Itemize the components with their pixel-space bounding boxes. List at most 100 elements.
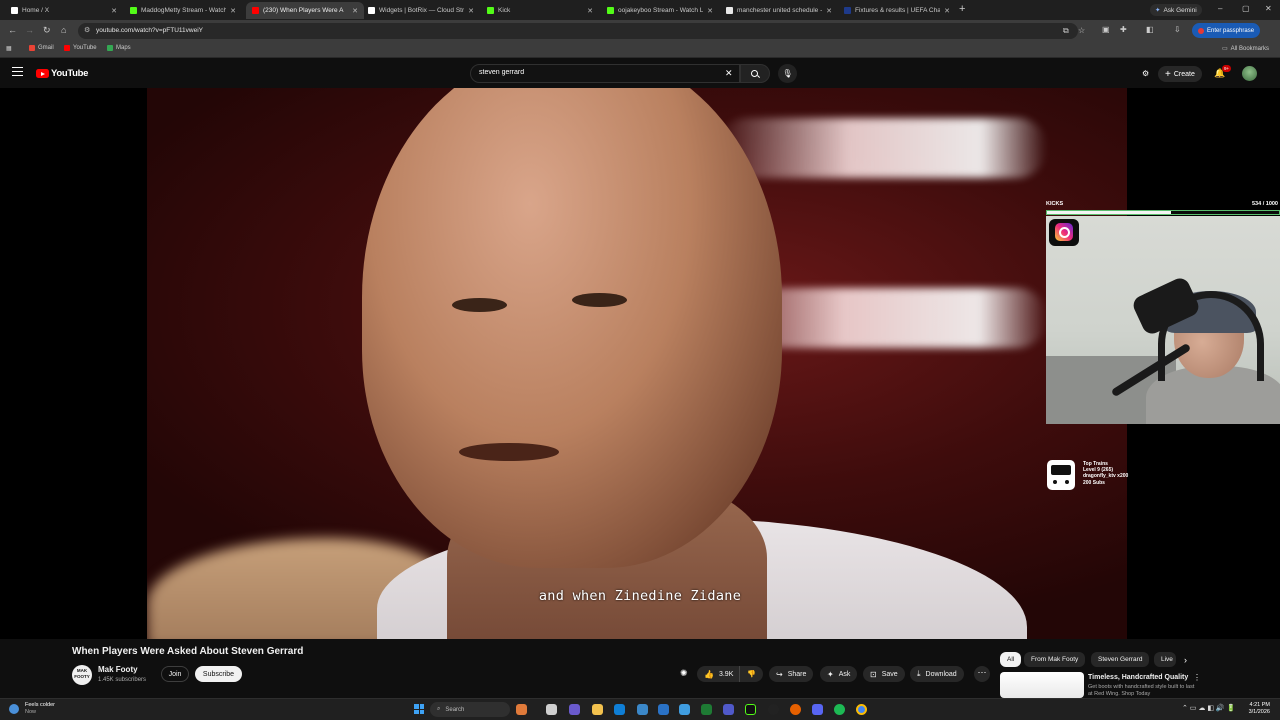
join-button[interactable]: Join (161, 666, 189, 682)
mail-icon[interactable] (658, 704, 669, 715)
teams-icon[interactable] (723, 704, 734, 715)
new-tab-button[interactable]: + (959, 3, 965, 15)
channel-name[interactable]: Mak Footy (98, 665, 138, 674)
close-window-icon[interactable]: ✕ (1265, 4, 1272, 13)
xbox-icon[interactable] (701, 704, 712, 715)
minimize-icon[interactable]: – (1218, 4, 1222, 13)
all-bookmarks[interactable]: ▭ All Bookmarks (1222, 45, 1269, 53)
tab-close-icon[interactable]: ✕ (111, 7, 117, 15)
search-input[interactable] (479, 69, 719, 76)
back-icon[interactable]: ← (8, 25, 17, 35)
browser-tab[interactable]: oojakeyboo Stream - Watch Li ✕ (601, 2, 719, 19)
notification-count-badge: 9+ (1222, 65, 1232, 72)
ad-more-icon[interactable]: ⋮ (1193, 673, 1201, 682)
more-actions-icon[interactable]: ⋯ (974, 666, 990, 682)
taskbar-clock[interactable]: 4:21 PM 3/1/2026 (1240, 702, 1270, 716)
edge-icon[interactable] (614, 704, 625, 715)
tab-favicon-icon (130, 7, 137, 14)
bookmark-maps[interactable]: Maps (107, 45, 131, 51)
firefox-icon[interactable] (790, 704, 801, 715)
copilot-icon[interactable] (569, 704, 580, 715)
home-icon[interactable]: ⌂ (61, 25, 66, 35)
video-frame (147, 88, 1127, 639)
cast-icon[interactable]: ⚙ (1142, 69, 1149, 78)
photos-icon[interactable] (679, 704, 690, 715)
weather-widget[interactable]: Feels colder Now (25, 702, 55, 716)
kicks-progress-fill (1047, 211, 1171, 214)
enter-passphrase-button[interactable]: Enter passphrase (1192, 23, 1261, 38)
browser-tab[interactable]: Fixtures & results | UEFA Champ✕ (838, 2, 956, 19)
search-box[interactable] (470, 64, 740, 83)
browser-tab[interactable]: manchester united schedule - G ✕ (720, 2, 838, 19)
channel-avatar[interactable]: MAK FOOTY (72, 665, 92, 685)
save-button[interactable]: ⊡ Save (863, 666, 905, 682)
browser-tab[interactable]: Kick ✕ (481, 2, 599, 19)
subscribe-button[interactable]: Subscribe (195, 666, 242, 682)
chrome-icon[interactable] (856, 704, 867, 715)
browser-tab[interactable]: MaddogMetty Stream - Watch ✕ (124, 2, 242, 19)
clear-search-icon[interactable]: ✕ (725, 68, 733, 79)
obs-icon[interactable] (768, 704, 779, 715)
bookmark-youtube[interactable]: YouTube (64, 45, 97, 51)
file-explorer-icon[interactable] (592, 704, 603, 715)
widgets-app-icon[interactable] (516, 704, 527, 715)
system-tray[interactable]: ⌃ ▭ ☁ ◧ 🔊 🔋 (1182, 704, 1235, 712)
browser-tab[interactable]: (230) When Players Were A ✕ (246, 2, 364, 19)
task-view-icon[interactable] (546, 704, 557, 715)
store-icon[interactable] (637, 704, 648, 715)
share-button[interactable]: ↪ Share (769, 666, 814, 682)
maximize-icon[interactable]: ▢ (1242, 4, 1250, 13)
search-button[interactable] (740, 64, 770, 83)
taskbar-search[interactable]: ⌕ Search (430, 702, 510, 717)
download-tray-icon[interactable]: ⇩ (1174, 25, 1181, 34)
ad-title[interactable]: Timeless, Handcrafted Quality (1088, 674, 1188, 681)
address-bar[interactable]: ⚙ youtube.com/watch?v=pFTU11vweiY ⧉ ☆ (78, 23, 1085, 39)
puzzle-icon[interactable]: ✚ (1120, 25, 1127, 34)
chip-all[interactable]: All (1000, 652, 1022, 667)
ask-gemini-label: Ask Gemini (1163, 6, 1197, 14)
ask-button[interactable]: ✦ Ask (820, 666, 858, 682)
dislike-button[interactable]: 👎 (739, 666, 763, 682)
tab-close-icon[interactable]: ✕ (707, 7, 713, 15)
site-info-icon[interactable]: ⚙ (84, 26, 90, 34)
tab-close-icon[interactable]: ✕ (468, 7, 474, 15)
bookmark-gmail[interactable]: Gmail (29, 45, 54, 51)
tab-close-icon[interactable]: ✕ (587, 7, 593, 15)
side-panel-icon[interactable]: ◧ (1146, 25, 1154, 34)
download-button[interactable]: ⤓ Download (910, 666, 964, 682)
chip-steven-gerrard[interactable]: Steven Gerrard (1091, 652, 1150, 667)
apps-grid-icon[interactable]: ▦ (6, 45, 12, 52)
voice-search-icon[interactable]: 🎙 (778, 64, 797, 83)
youtube-logo[interactable]: YouTube (36, 68, 88, 79)
extension-icon[interactable]: ▣ (1102, 25, 1110, 34)
forward-icon[interactable]: → (25, 25, 34, 35)
passphrase-label: Enter passphrase (1207, 27, 1255, 34)
bookmark-star-icon[interactable]: ☆ (1078, 26, 1085, 35)
hamburger-menu-icon[interactable] (12, 67, 23, 76)
bookmark-label: Gmail (38, 45, 54, 51)
terminal-icon[interactable] (745, 704, 756, 715)
browser-tab[interactable]: Home / X ✕ (5, 2, 123, 19)
ask-gemini-button[interactable]: ✦ Ask Gemini (1150, 4, 1202, 16)
tab-title: Fixtures & results | UEFA Champ (855, 7, 941, 14)
tab-close-icon[interactable]: ✕ (944, 7, 950, 15)
user-avatar[interactable] (1242, 66, 1257, 81)
spotify-icon[interactable] (834, 704, 845, 715)
chip-live[interactable]: Live (1154, 652, 1176, 667)
chevron-right-icon[interactable]: › (1184, 655, 1187, 665)
ad-thumbnail[interactable] (1000, 672, 1084, 698)
install-app-icon[interactable]: ⧉ (1063, 26, 1069, 36)
tab-close-icon[interactable]: ✕ (230, 7, 236, 15)
browser-tab[interactable]: Widgets | BotRix — Cloud Strea ✕ (362, 2, 480, 19)
chip-from-channel[interactable]: From Mak Footy (1024, 652, 1086, 667)
windows-start-icon[interactable] (414, 704, 424, 714)
tab-close-icon[interactable]: ✕ (352, 7, 358, 15)
create-button[interactable]: + Create (1158, 66, 1202, 82)
ai-summary-icon[interactable]: ✺ (680, 668, 688, 679)
windows-taskbar: Feels colder Now ⌕ Search ⌃ ▭ ☁ ◧ 🔊 🔋 4:2… (0, 698, 1280, 720)
like-button[interactable]: 👍 3.9K (697, 666, 742, 682)
weather-icon[interactable] (9, 704, 19, 714)
discord-icon[interactable] (812, 704, 823, 715)
reload-icon[interactable]: ↻ (43, 25, 51, 36)
tab-close-icon[interactable]: ✕ (826, 7, 832, 15)
